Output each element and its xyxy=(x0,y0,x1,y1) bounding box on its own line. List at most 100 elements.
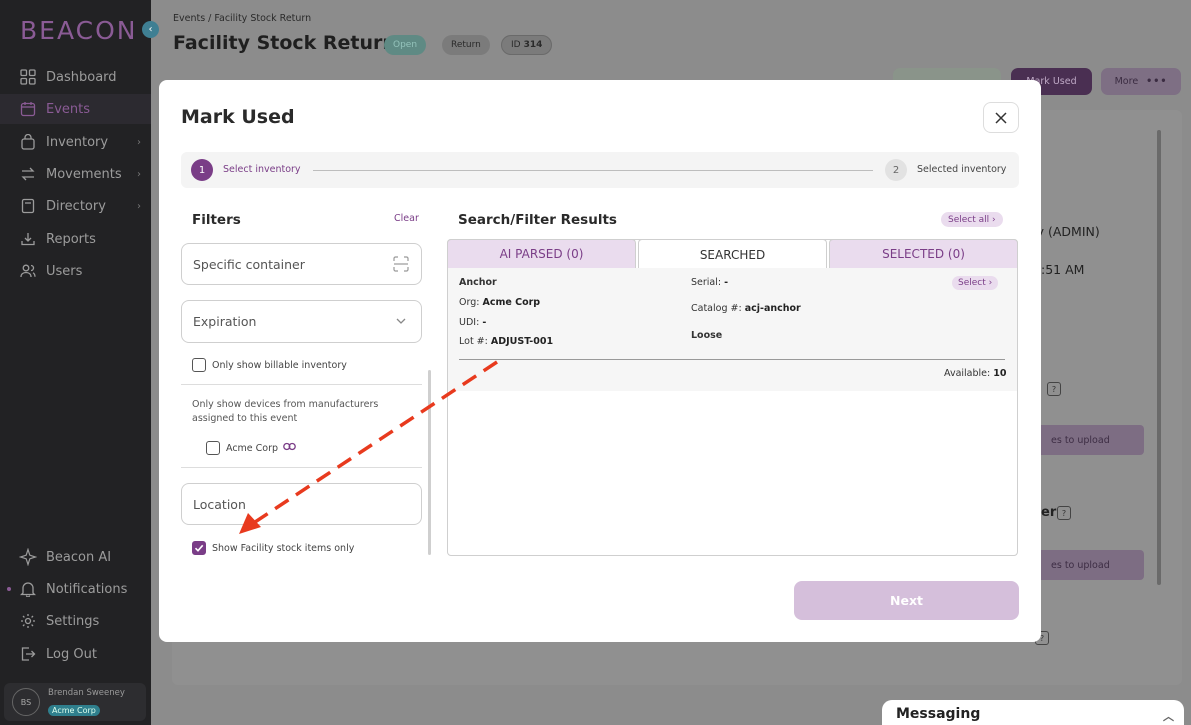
next-button[interactable]: Next xyxy=(794,581,1019,620)
breadcrumb[interactable]: Events / Facility Stock Return xyxy=(173,13,311,24)
item-name: Anchor xyxy=(459,277,497,288)
step-number: 2 xyxy=(885,159,907,181)
calendar-icon xyxy=(18,99,38,119)
sidebar-item-label: Directory xyxy=(46,198,106,214)
chevron-right-icon: › xyxy=(137,200,141,212)
item-serial: Serial: - xyxy=(691,277,728,288)
select-all-button[interactable]: Select all › xyxy=(941,212,1003,227)
chevron-down-icon xyxy=(393,313,409,329)
results-title: Search/Filter Results xyxy=(458,212,617,228)
link-icon[interactable] xyxy=(283,442,296,454)
chevron-left-icon[interactable]: ‹ xyxy=(142,21,159,38)
location-placeholder: Location xyxy=(193,496,246,512)
item-udi: UDI: - xyxy=(459,317,486,328)
catalog-value: acj-anchor xyxy=(744,303,801,314)
check-icon xyxy=(194,544,204,552)
divider xyxy=(459,359,1005,360)
upload-button[interactable]: es to upload xyxy=(1031,425,1144,455)
help-icon[interactable]: ? xyxy=(1057,506,1071,520)
book-icon xyxy=(18,196,38,216)
id-badge: ID 314 xyxy=(501,35,553,55)
help-icon[interactable]: ? xyxy=(1047,382,1061,396)
item-catalog: Catalog #: acj-anchor xyxy=(691,303,801,314)
sidebar-item-beacon-ai[interactable]: Beacon AI xyxy=(0,542,151,572)
chevron-up-icon[interactable]: ︿ xyxy=(1163,708,1174,724)
org-label: Org: xyxy=(459,297,480,308)
manufacturer-checkbox-row[interactable]: Acme Corp xyxy=(206,441,296,455)
mark-used-modal: Mark Used 1 Select inventory 2 Selected … xyxy=(159,80,1041,642)
divider xyxy=(181,467,422,468)
container-field[interactable]: Specific container xyxy=(181,243,422,285)
page-title: Facility Stock Return xyxy=(173,32,396,54)
facility-stock-label: Show Facility stock items only xyxy=(212,542,355,554)
more-label: More xyxy=(1114,76,1139,87)
sidebar-item-label: Notifications xyxy=(46,581,128,597)
tab-selected[interactable]: SELECTED (0) xyxy=(829,239,1018,268)
upload-button[interactable]: es to upload xyxy=(1031,550,1144,580)
filters-scrollbar[interactable] xyxy=(428,370,431,555)
inventory-result-card[interactable] xyxy=(448,268,1017,391)
close-button[interactable] xyxy=(983,102,1019,133)
container-placeholder: Specific container xyxy=(193,256,305,272)
billable-label: Only show billable inventory xyxy=(212,359,347,371)
expiration-select[interactable]: Expiration xyxy=(181,300,422,343)
divider xyxy=(181,384,422,385)
scan-icon[interactable] xyxy=(393,256,409,272)
unread-dot xyxy=(7,587,11,591)
sidebar-item-events[interactable]: Events xyxy=(0,94,151,124)
chevron-right-icon: › xyxy=(137,136,141,148)
catalog-label: Catalog #: xyxy=(691,303,742,314)
sidebar-item-label: Log Out xyxy=(46,646,97,662)
section-heading: er xyxy=(1041,505,1057,520)
facility-stock-checkbox-row[interactable]: Show Facility stock items only xyxy=(192,541,354,555)
sidebar-item-reports[interactable]: Reports xyxy=(0,224,151,254)
sidebar-item-logout[interactable]: Log Out xyxy=(0,639,151,669)
download-icon xyxy=(18,229,38,249)
sidebar-item-label: Settings xyxy=(46,613,100,629)
item-org: Org: Acme Corp xyxy=(459,297,540,308)
step-label-selected-inventory[interactable]: Selected inventory xyxy=(917,164,1006,175)
location-field[interactable]: Location xyxy=(181,483,422,525)
beacon-logo[interactable]: BEACON xyxy=(20,10,137,50)
sidebar-item-label: Beacon AI xyxy=(46,549,112,565)
sidebar-item-inventory[interactable]: Inventory › xyxy=(0,127,151,157)
scrollbar[interactable] xyxy=(1157,130,1161,585)
serial-label: Serial: xyxy=(691,277,722,288)
sidebar-item-label: Dashboard xyxy=(46,69,117,85)
close-icon xyxy=(995,111,1007,124)
messaging-panel[interactable]: Messaging ︿ xyxy=(882,700,1184,725)
stepper: 1 Select inventory 2 Selected inventory xyxy=(181,152,1019,188)
event-time: :51 AM xyxy=(1041,262,1085,277)
type-badge: Return xyxy=(442,35,490,55)
sidebar-item-users[interactable]: Users xyxy=(0,256,151,286)
sidebar-item-movements[interactable]: Movements › xyxy=(0,159,151,189)
lot-label: Lot #: xyxy=(459,336,488,347)
manufacturer-checkbox[interactable] xyxy=(206,441,220,455)
status-badge: Open xyxy=(384,35,427,55)
billable-checkbox-row[interactable]: Only show billable inventory xyxy=(192,358,347,372)
step-label-select-inventory[interactable]: Select inventory xyxy=(223,164,301,175)
serial-value: - xyxy=(724,277,729,288)
more-button[interactable]: More ••• xyxy=(1101,68,1181,95)
sidebar-item-label: Movements xyxy=(46,166,122,182)
org-value: Acme Corp xyxy=(482,297,541,308)
billable-checkbox[interactable] xyxy=(192,358,206,372)
tab-searched[interactable]: SEARCHED xyxy=(638,239,827,269)
id-label: ID xyxy=(511,40,521,50)
manufacturer-label: Acme Corp xyxy=(226,442,279,454)
clear-filters-link[interactable]: Clear xyxy=(394,213,419,224)
udi-label: UDI: xyxy=(459,317,480,328)
sidebar-item-label: Events xyxy=(46,101,91,117)
sidebar-item-dashboard[interactable]: Dashboard xyxy=(0,62,151,92)
sidebar-item-directory[interactable]: Directory › xyxy=(0,191,151,221)
sidebar-item-notifications[interactable]: Notifications xyxy=(0,574,151,604)
facility-stock-checkbox[interactable] xyxy=(192,541,206,555)
modal-title: Mark Used xyxy=(181,106,295,128)
user-profile[interactable]: BS Brendan Sweeney Acme Corp xyxy=(4,683,146,721)
tab-ai-parsed[interactable]: AI PARSED (0) xyxy=(447,239,636,268)
logo-text: BEACON xyxy=(20,15,138,45)
select-item-button[interactable]: Select › xyxy=(952,276,999,290)
item-lot: Lot #: ADJUST-001 xyxy=(459,336,553,347)
arrows-icon xyxy=(18,164,38,184)
sidebar-item-settings[interactable]: Settings xyxy=(0,606,151,636)
